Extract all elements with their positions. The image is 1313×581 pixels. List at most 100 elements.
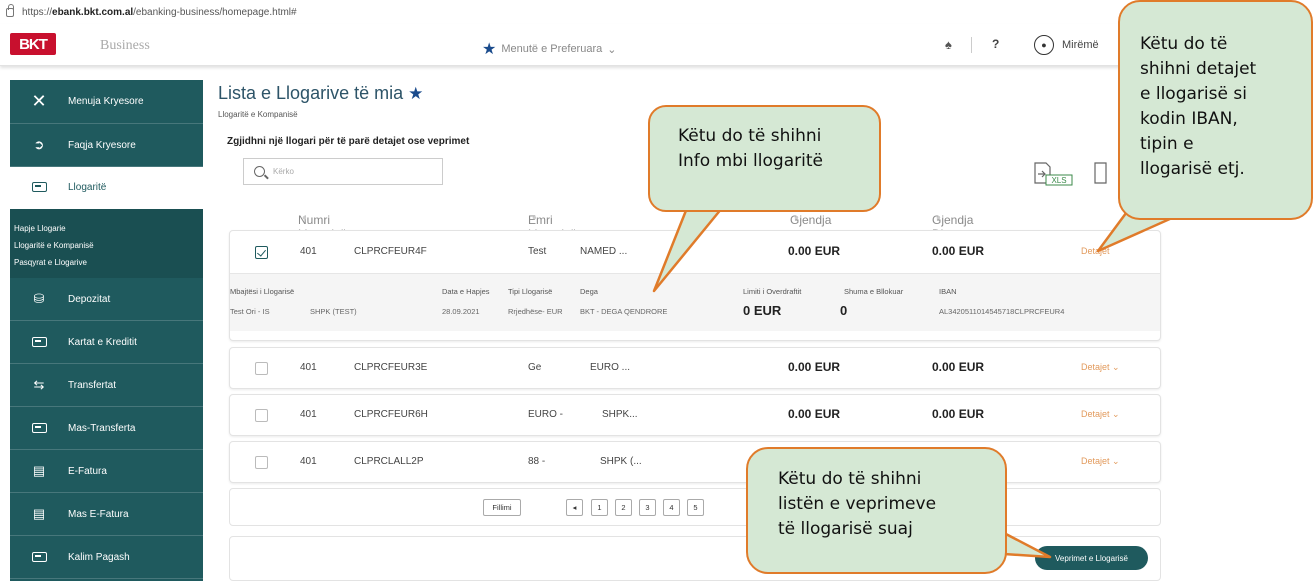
account-name: Ge xyxy=(528,362,542,373)
pager-page-2[interactable]: 2 xyxy=(615,499,632,516)
favorites-label: Menutë e Preferuara xyxy=(501,43,603,55)
invoice-icon: ▤ xyxy=(32,506,46,521)
callout-line: e llogarisë si xyxy=(1140,84,1247,104)
sidebar-item-label: Kartat e Kreditit xyxy=(68,336,137,348)
sidebar-item-mass-transfers[interactable]: Mas-Transferta xyxy=(10,407,203,450)
star-icon[interactable]: ★ xyxy=(408,84,423,103)
sidebar-item-credit-cards[interactable]: Kartat e Kreditit xyxy=(10,321,203,364)
sidebar-item-accounts[interactable]: Llogaritë xyxy=(10,167,203,209)
callout-accounts-info: Këtu do të shihni Info mbi llogaritë xyxy=(648,105,881,212)
details-toggle[interactable]: Detajet ⌄ xyxy=(1081,409,1120,420)
account-details-panel: Mbajtësi i Llogarisë Data e Hapjes Tipi … xyxy=(230,273,1160,331)
transfer-icon: ⇆ xyxy=(33,377,45,392)
account-card[interactable]: 401 CLPRCLALL2P 88 - SHPK (... Detajet ⌄ xyxy=(229,441,1161,483)
account-name-suffix: SHPK... xyxy=(602,409,638,420)
sidebar-item-transfers[interactable]: ⇆ Transfertat xyxy=(10,364,203,407)
details-toggle[interactable]: Detajet ⌄ xyxy=(1081,456,1120,467)
page-title: Lista e Llogarive të mia ★ xyxy=(218,83,423,104)
sidebar-item-label: Mas-Transferta xyxy=(68,422,136,434)
top-bar: BKT Business ★ Menutë e Preferuara ⌄ ♠ ?… xyxy=(0,24,1313,66)
instruction-text: Zgjidhni një llogari për të parë detajet… xyxy=(227,136,470,147)
sidebar-item-label: Transfertat xyxy=(68,379,116,391)
account-card[interactable]: 401 CLPRCFEUR6H EURO - SHPK... 0.00 EUR … xyxy=(229,394,1161,436)
sidebar-item-deposits[interactable]: ⛁ Depozitat xyxy=(10,278,203,321)
divider xyxy=(971,37,972,53)
callout-line: listën e veprimeve xyxy=(778,494,937,514)
sidebar: ✕ Menuja Kryesore ➲ Faqja Kryesore Lloga… xyxy=(10,80,203,581)
callout-line: Këtu do të shihni xyxy=(778,469,922,489)
detail-branch: BKT - DEGA QENDRORE xyxy=(580,307,668,316)
pager-first-button[interactable]: Fillimi xyxy=(483,499,521,516)
account-card[interactable]: 401 CLPRCFEUR3E Ge EURO ... 0.00 EUR 0.0… xyxy=(229,347,1161,389)
pager-prev-button[interactable]: ◂ xyxy=(566,499,583,516)
detail-label-branch: Dega xyxy=(580,287,598,296)
account-available-balance: 0.00 EUR xyxy=(932,407,985,421)
account-code: CLPRCFEUR3E xyxy=(354,362,428,373)
bkt-logo[interactable]: BKT xyxy=(10,33,56,55)
row-checkbox[interactable] xyxy=(255,409,268,422)
url-domain: ebank.bkt.com.al xyxy=(52,6,134,18)
account-name-suffix: SHPK (... xyxy=(600,456,642,467)
detail-label-overdraft: Limiti i Overdraftit xyxy=(743,287,802,296)
account-number: 401 xyxy=(300,456,317,467)
sidebar-item-label: Mas E-Fatura xyxy=(68,508,129,520)
account-name-suffix: NAMED ... xyxy=(580,246,628,257)
sidebar-item-payroll[interactable]: Kalim Pagash xyxy=(10,536,203,579)
sidebar-subitem-statements[interactable]: Pasqyrat e Llogarive xyxy=(14,254,203,271)
search-input[interactable]: Kërko xyxy=(243,158,443,185)
xls-export-icon[interactable]: XLS xyxy=(1032,158,1077,188)
callout-account-details: Këtu do të shihni detajet e llogarisë si… xyxy=(1118,0,1313,220)
table-row[interactable]: 401 CLPRCFEUR6H EURO - SHPK... 0.00 EUR … xyxy=(230,396,1160,434)
favorites-menu[interactable]: ★ Menutë e Preferuara ⌄ xyxy=(482,39,616,59)
detail-blocked: 0 xyxy=(840,303,848,318)
sidebar-item-label: Llogaritë xyxy=(68,182,107,193)
star-icon: ★ xyxy=(482,41,497,58)
pdf-export-icon[interactable] xyxy=(1092,158,1107,188)
sidebar-subitem-company-accounts[interactable]: Llogaritë e Kompanisë xyxy=(14,237,203,254)
row-checkbox[interactable] xyxy=(255,456,268,469)
sidebar-item-home[interactable]: ➲ Faqja Kryesore xyxy=(10,124,203,167)
detail-type: Rrjedhëse- EUR xyxy=(508,307,563,316)
card-icon xyxy=(28,550,50,565)
sidebar-item-mass-e-invoice[interactable]: ▤ Mas E-Fatura xyxy=(10,493,203,536)
chevron-down-icon: ⌄ xyxy=(607,43,617,56)
account-card-expanded[interactable]: 401 CLPRCFEUR4F Test NAMED ... 0.00 EUR … xyxy=(229,230,1161,341)
account-number: 401 xyxy=(300,246,317,257)
account-name-suffix: EURO ... xyxy=(590,362,631,373)
details-toggle[interactable]: Detajet ⌄ xyxy=(1081,362,1120,373)
sidebar-item-e-invoice[interactable]: ▤ E-Fatura xyxy=(10,450,203,493)
deposit-icon: ⛁ xyxy=(33,291,45,306)
table-row[interactable]: 401 CLPRCFEUR4F Test NAMED ... 0.00 EUR … xyxy=(230,233,1160,271)
page-title-text: Lista e Llogarive të mia xyxy=(218,83,404,103)
details-toggle[interactable]: Detajet xyxy=(1081,246,1110,256)
table-row[interactable]: 401 CLPRCLALL2P 88 - SHPK (... Detajet ⌄ xyxy=(230,443,1160,481)
lock-icon xyxy=(6,3,14,17)
callout-line: Këtu do të shihni xyxy=(678,126,822,146)
user-avatar-icon[interactable]: ● xyxy=(1034,35,1054,55)
detail-holder-suffix: SHPK (TEST) xyxy=(310,307,357,316)
detail-holder: Test Ori - IS xyxy=(230,307,270,316)
pager-page-1[interactable]: 1 xyxy=(591,499,608,516)
sidebar-menu-toggle[interactable]: ✕ Menuja Kryesore xyxy=(10,80,203,124)
sidebar-item-label: Faqja Kryesore xyxy=(68,139,136,151)
pager-page-5[interactable]: 5 xyxy=(687,499,704,516)
row-checkbox[interactable] xyxy=(255,246,268,259)
account-balance: 0.00 EUR xyxy=(788,360,841,374)
detail-open-date: 28.09.2021 xyxy=(442,307,480,316)
notification-icon[interactable]: ♠ xyxy=(945,37,952,52)
page-subtitle: Llogaritë e Kompanisë xyxy=(218,110,298,119)
account-code: CLPRCLALL2P xyxy=(354,456,424,467)
row-checkbox[interactable] xyxy=(255,362,268,375)
sidebar-subitem-open-account[interactable]: Hapje Llogarie xyxy=(14,220,203,237)
account-available-balance: 0.00 EUR xyxy=(932,360,985,374)
pager-page-3[interactable]: 3 xyxy=(639,499,656,516)
table-row[interactable]: 401 CLPRCFEUR3E Ge EURO ... 0.00 EUR 0.0… xyxy=(230,349,1160,387)
help-button[interactable]: ? xyxy=(992,37,999,51)
pager-page-4[interactable]: 4 xyxy=(663,499,680,516)
detail-overdraft: 0 EUR xyxy=(743,303,782,318)
transactions-button[interactable]: Veprimet e Llogarisë xyxy=(1035,546,1148,570)
browser-url-bar[interactable]: https://ebank.bkt.com.al/ebanking-busine… xyxy=(0,0,1313,24)
callout-line: Këtu do të xyxy=(1140,34,1228,54)
url-path: /ebanking-business/homepage.html# xyxy=(133,6,297,18)
close-icon: ✕ xyxy=(31,91,47,111)
